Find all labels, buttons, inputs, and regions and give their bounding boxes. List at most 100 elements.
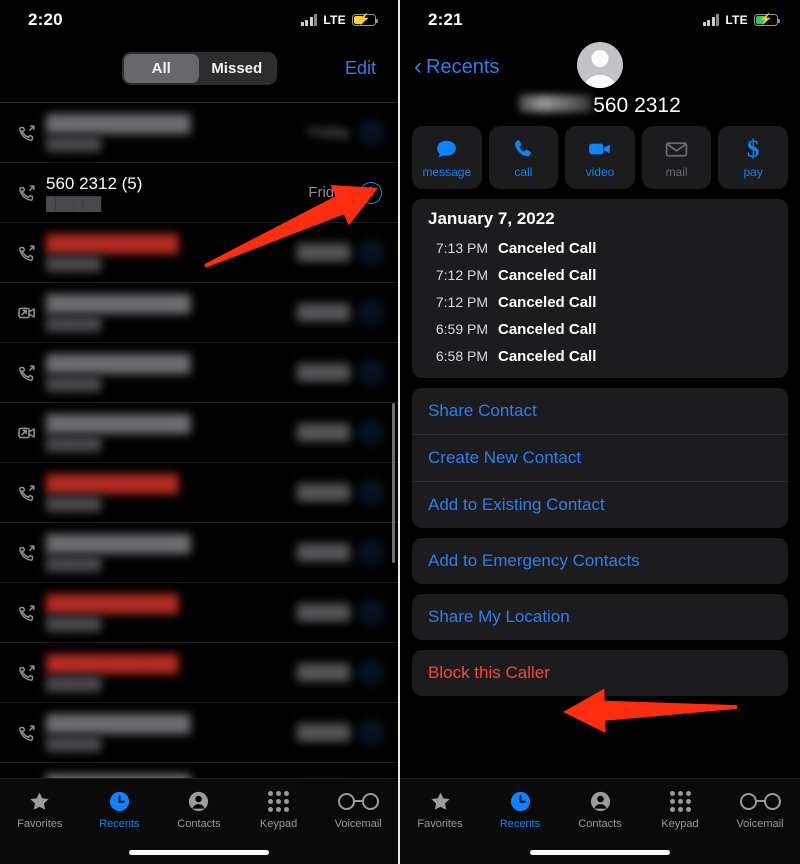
tab-label: Favorites xyxy=(417,818,463,830)
menu-item-add-to-emergency-contacts[interactable]: Add to Emergency Contacts xyxy=(412,538,788,584)
tab-voicemail[interactable]: Voicemail xyxy=(318,788,398,830)
action-label: call xyxy=(514,165,533,179)
call-item-meta: █████ i xyxy=(297,481,382,504)
call-list-item[interactable]: ███████████ ██████ █████ i xyxy=(0,643,398,703)
call-list-item[interactable]: ███████████████████████i xyxy=(0,763,398,779)
call-info-button[interactable]: i xyxy=(360,361,382,384)
menu-item-create-new-contact[interactable]: Create New Contact xyxy=(412,434,788,481)
status-time: 2:21 xyxy=(428,10,463,29)
charging-bolt-icon: ⚡ xyxy=(357,13,371,26)
tab-recents[interactable]: Recents xyxy=(80,788,160,830)
call-item-meta: █████ i xyxy=(297,301,382,324)
call-item-text: ██████████████████ xyxy=(42,114,308,151)
number-visible-part: 560 2312 xyxy=(593,94,681,117)
call-info-button[interactable]: i xyxy=(360,481,382,504)
contact-menu-group-1[interactable]: Share Contact Create New Contact Add to Ex… xyxy=(412,388,788,528)
call-list-item[interactable]: ███████████████████████i xyxy=(0,283,398,343)
history-time: 7:12 PM xyxy=(435,267,488,283)
scrollbar[interactable] xyxy=(392,403,395,563)
call-list-item[interactable]: ████████████ ██████ Friday i xyxy=(0,103,398,163)
phone-icon xyxy=(511,136,535,162)
call-info-button[interactable]: i xyxy=(360,301,382,324)
video-call-icon xyxy=(12,423,42,443)
tab-favorites[interactable]: Favorites xyxy=(400,788,480,830)
call-list-item[interactable]: ███████████████████████i xyxy=(0,343,398,403)
recents-list-screen: 2:20 LTE ⚡ All Missed Edit ████████████ █… xyxy=(0,0,400,864)
back-to-recents-button[interactable]: ‹ Recents xyxy=(414,54,499,79)
call-item-date: █████ xyxy=(296,664,350,681)
charging-bolt-icon: ⚡ xyxy=(759,13,773,26)
call-item-name: ████████████ xyxy=(46,294,191,313)
call-item-name: 560 2312 (5) xyxy=(46,174,143,193)
tab-recents[interactable]: Recents xyxy=(480,788,560,830)
menu-item-add-to-existing-contact[interactable]: Add to Existing Contact xyxy=(412,481,788,528)
call-info-button[interactable]: i xyxy=(360,241,382,264)
call-item-name: ████████████ xyxy=(46,414,191,433)
action-label: message xyxy=(422,165,472,179)
dual-screenshot-stage: 2:20 LTE ⚡ All Missed Edit ████████████ █… xyxy=(0,0,800,864)
home-indicator-left xyxy=(129,850,269,855)
menu-item-block-this-caller[interactable]: Block this Caller xyxy=(412,650,788,696)
history-time: 6:59 PM xyxy=(435,321,488,337)
action-pay-button[interactable]: $ pay xyxy=(718,126,788,189)
call-info-button[interactable]: i xyxy=(360,541,382,564)
call-list-item[interactable]: ███████████ ██████ █████ i xyxy=(0,223,398,283)
clock-icon xyxy=(108,788,131,814)
call-info-button[interactable]: i xyxy=(360,181,382,204)
keypad-dots-icon xyxy=(669,788,691,814)
call-item-text: ██████████████████ xyxy=(42,534,297,571)
contact-menu-group-3[interactable]: Share My Location xyxy=(412,594,788,640)
action-message-button[interactable]: message xyxy=(412,126,482,189)
call-item-text: ██████████████████ xyxy=(42,414,297,451)
contact-menu-group-4[interactable]: Block this Caller xyxy=(412,650,788,696)
edit-button[interactable]: Edit xyxy=(345,58,376,79)
call-info-button[interactable]: i xyxy=(360,661,382,684)
segment-missed[interactable]: Missed xyxy=(199,54,275,83)
call-info-button[interactable]: i xyxy=(360,421,382,444)
contact-menu-group-2[interactable]: Add to Emergency Contacts xyxy=(412,538,788,584)
action-video-button[interactable]: video xyxy=(565,126,635,189)
call-list-item[interactable]: ███████████████████████i xyxy=(0,403,398,463)
tab-favorites[interactable]: Favorites xyxy=(0,788,80,830)
call-item-name: ███████████ xyxy=(46,654,179,673)
tab-voicemail[interactable]: Voicemail xyxy=(720,788,800,830)
all-missed-segmented-control[interactable]: All Missed xyxy=(121,51,277,85)
call-info-button[interactable]: i xyxy=(360,121,382,144)
tab-label: Keypad xyxy=(661,818,699,830)
recents-call-list[interactable]: ████████████ ██████ Friday i 560 2312 (5) ███… xyxy=(0,103,398,779)
call-info-button[interactable]: i xyxy=(360,601,382,624)
call-list-item[interactable]: ███████████████████████i xyxy=(0,523,398,583)
call-list-item[interactable]: ███████████ ██████ █████ i xyxy=(0,463,398,523)
tab-keypad[interactable]: Keypad xyxy=(640,788,720,830)
call-list-item[interactable]: ███████████████████████i xyxy=(0,703,398,763)
contact-phone-number: 560 2312 xyxy=(519,94,681,118)
outgoing-call-icon xyxy=(12,363,42,382)
tab-keypad[interactable]: Keypad xyxy=(239,788,319,830)
call-item-meta: Friday i xyxy=(308,121,382,144)
call-item-meta: █████ i xyxy=(297,361,382,384)
call-item-name: ████████████ xyxy=(46,534,191,553)
history-time: 6:58 PM xyxy=(435,348,488,364)
outgoing-call-icon xyxy=(12,483,42,502)
outgoing-call-icon xyxy=(12,243,42,262)
menu-item-share-contact[interactable]: Share Contact xyxy=(412,388,788,434)
call-item-subtitle: ██████ xyxy=(46,736,102,751)
action-call-button[interactable]: call xyxy=(488,126,559,189)
envelope-icon xyxy=(664,136,689,162)
outgoing-call-icon xyxy=(12,603,42,622)
menu-item-share-my-location[interactable]: Share My Location xyxy=(412,594,788,640)
history-status: Canceled Call xyxy=(498,267,597,284)
segment-all[interactable]: All xyxy=(123,53,199,83)
call-item-date: █████ xyxy=(296,724,350,741)
call-list-item[interactable]: 560 2312 (5) ██████ Friday i xyxy=(0,163,398,223)
tab-label: Contacts xyxy=(578,818,622,830)
tab-contacts[interactable]: Contacts xyxy=(159,788,239,830)
keypad-dots-icon xyxy=(268,788,290,814)
tab-contacts[interactable]: Contacts xyxy=(560,788,640,830)
call-history-card: January 7, 2022 7:13 PM Canceled Call 7:12… xyxy=(412,199,788,378)
call-item-meta: █████ i xyxy=(297,541,382,564)
call-list-item[interactable]: ███████████ ██████ █████ i xyxy=(0,583,398,643)
contact-action-buttons[interactable]: message call video mail $ pay xyxy=(400,120,800,199)
call-info-button[interactable]: i xyxy=(360,721,382,744)
call-history-entry: 6:58 PM Canceled Call xyxy=(412,343,788,370)
